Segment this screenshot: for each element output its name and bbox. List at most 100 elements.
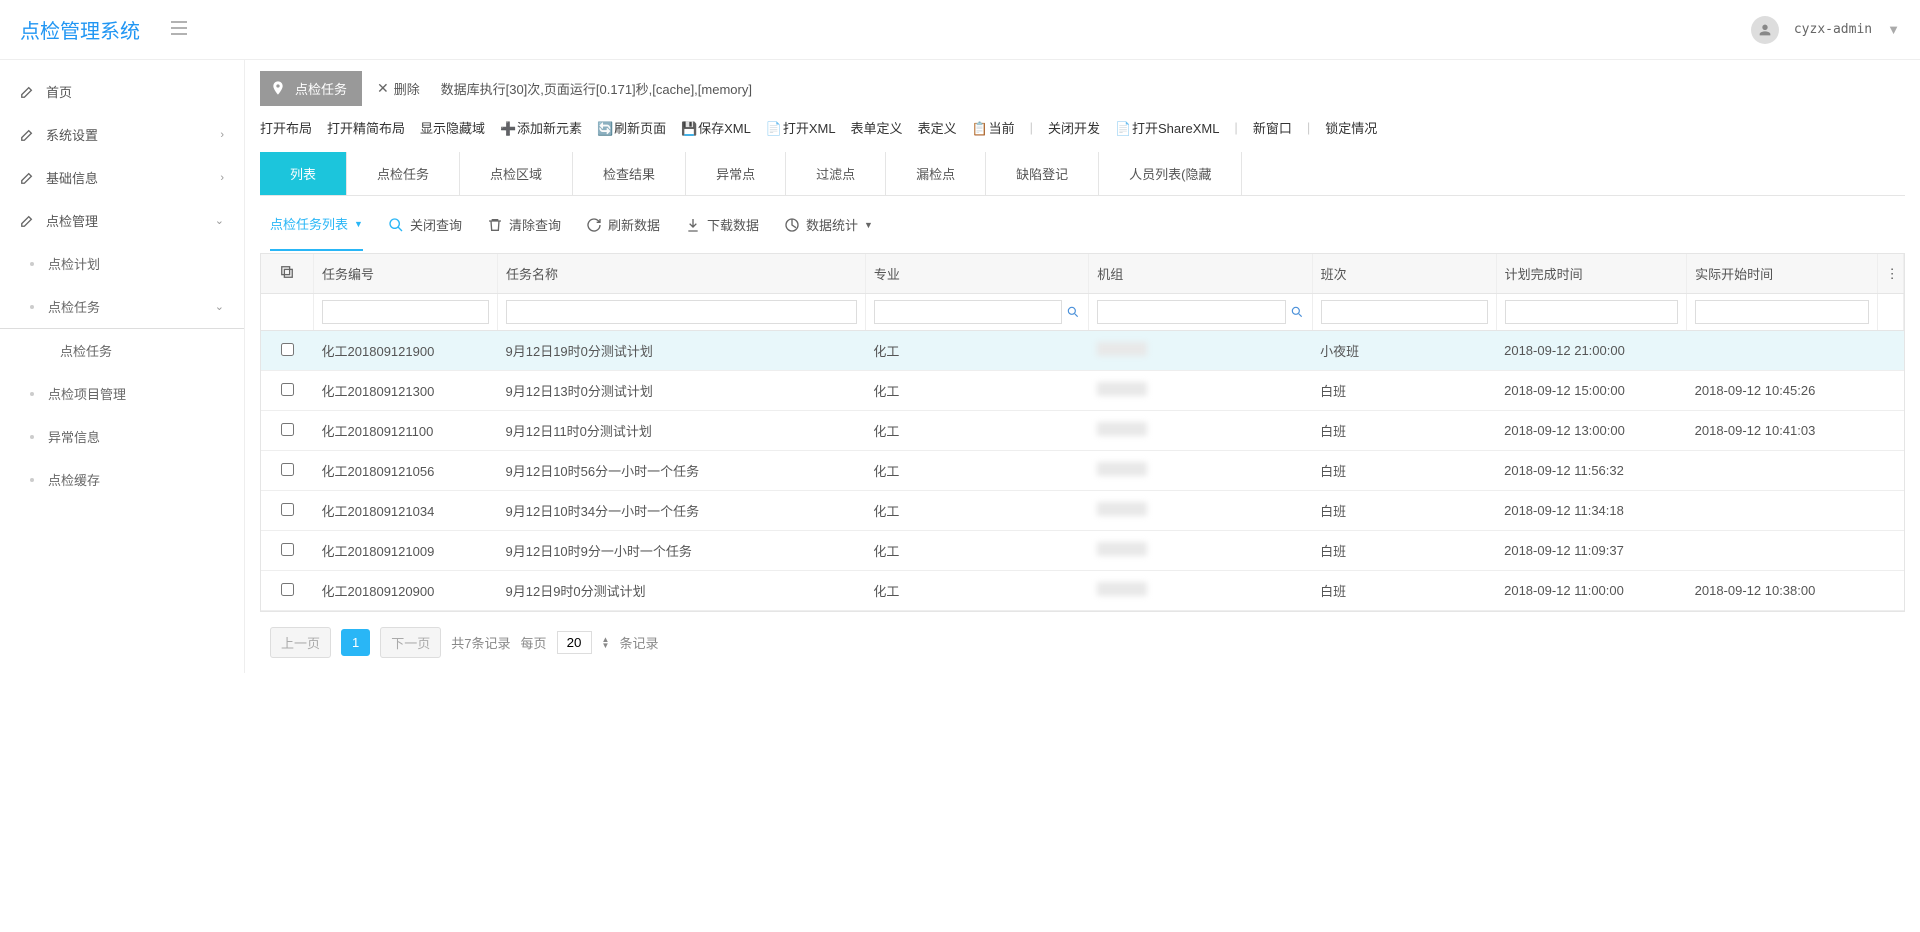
tab-defect-register[interactable]: 缺陷登记: [986, 152, 1099, 195]
action-data-stats[interactable]: 数据统计 ▼: [784, 215, 873, 234]
cell-unit: [1089, 371, 1312, 411]
row-checkbox[interactable]: [281, 503, 294, 516]
action-task-list[interactable]: 点检任务列表 ▼: [270, 214, 363, 251]
tab-check-result[interactable]: 检查结果: [573, 152, 686, 195]
table-row[interactable]: 化工201809121056 9月12日10时56分一小时一个任务 化工 白班 …: [261, 451, 1904, 491]
table-row[interactable]: 化工201809121034 9月12日10时34分一小时一个任务 化工 白班 …: [261, 491, 1904, 531]
tab-filter-point[interactable]: 过滤点: [786, 152, 886, 195]
action-clear-query[interactable]: 清除查询: [487, 215, 561, 234]
th-task-name[interactable]: 任务名称: [498, 254, 866, 294]
menu-toggle-button[interactable]: [170, 19, 188, 40]
cell-actual-start: [1687, 331, 1878, 371]
cell-unit: [1089, 331, 1312, 371]
table-row[interactable]: 化工201809121100 9月12日11时0分测试计划 化工 白班 2018…: [261, 411, 1904, 451]
nav-sub-project-mgmt[interactable]: 点检项目管理: [0, 372, 244, 415]
tab-inspection-area[interactable]: 点检区域: [460, 152, 573, 195]
row-checkbox[interactable]: [281, 343, 294, 356]
tab-list[interactable]: 列表: [260, 152, 347, 195]
edit-icon: [20, 214, 34, 228]
filter-specialty[interactable]: [874, 300, 1062, 324]
dev-refresh-page[interactable]: 🔄刷新页面: [597, 118, 666, 137]
action-download-data[interactable]: 下载数据: [685, 215, 759, 234]
edit-icon: [20, 85, 34, 99]
refresh-icon: 🔄: [597, 121, 611, 135]
page-1-button[interactable]: 1: [341, 629, 370, 656]
row-checkbox[interactable]: [281, 583, 294, 596]
dev-new-window[interactable]: 新窗口: [1253, 118, 1292, 137]
trash-icon: [487, 217, 503, 233]
filter-task-name[interactable]: [506, 300, 857, 324]
user-dropdown-arrow[interactable]: ▼: [1887, 22, 1900, 37]
filter-plan-end[interactable]: [1505, 300, 1679, 324]
th-task-no[interactable]: 任务编号: [314, 254, 498, 294]
nav-baseinfo[interactable]: 基础信息 ›: [0, 156, 244, 199]
th-specialty[interactable]: 专业: [865, 254, 1088, 294]
page-next-button[interactable]: 下一页: [380, 627, 441, 658]
tab-person-list[interactable]: 人员列表(隐藏: [1099, 152, 1242, 195]
tab-miss-point[interactable]: 漏检点: [886, 152, 986, 195]
cell-unit: [1089, 491, 1312, 531]
dev-open-xml[interactable]: 📄打开XML: [766, 118, 836, 137]
th-unit[interactable]: 机组: [1089, 254, 1312, 294]
edit-icon: [20, 128, 34, 142]
row-checkbox[interactable]: [281, 543, 294, 556]
th-shift[interactable]: 班次: [1312, 254, 1496, 294]
filter-shift[interactable]: [1321, 300, 1488, 324]
dev-open-simple-layout[interactable]: 打开精简布局: [327, 118, 405, 137]
nav-sub-cache[interactable]: 点检缓存: [0, 458, 244, 501]
search-icon[interactable]: [1290, 305, 1304, 319]
row-checkbox[interactable]: [281, 383, 294, 396]
tab-exception-point[interactable]: 异常点: [686, 152, 786, 195]
tab-inspection-task[interactable]: 点检任务: [347, 152, 460, 195]
task-table: 任务编号 任务名称 专业 机组 班次 计划完成时间 实际开始时间 ⋮: [261, 254, 1904, 611]
table-row[interactable]: 化工201809121009 9月12日10时9分一小时一个任务 化工 白班 2…: [261, 531, 1904, 571]
close-icon[interactable]: ✕: [377, 80, 389, 97]
nav-sub-tasks[interactable]: 点检任务 ⌄: [0, 285, 244, 329]
dev-save-xml[interactable]: 💾保存XML: [681, 118, 751, 137]
dev-lock-status[interactable]: 锁定情况: [1325, 118, 1377, 137]
dev-current[interactable]: 📋当前: [972, 118, 1015, 137]
chevron-right-icon: ›: [220, 129, 224, 141]
dev-form-define[interactable]: 表单定义: [851, 118, 903, 137]
filter-unit[interactable]: [1097, 300, 1285, 324]
th-more[interactable]: ⋮: [1877, 254, 1903, 294]
dev-open-layout[interactable]: 打开布局: [260, 118, 312, 137]
copy-icon: [280, 265, 294, 279]
nav-inspection-mgmt[interactable]: 点检管理 ⌄: [0, 199, 244, 242]
user-avatar[interactable]: [1751, 16, 1779, 44]
nav-sub-exception[interactable]: 异常信息: [0, 415, 244, 458]
table-row[interactable]: 化工201809120900 9月12日9时0分测试计划 化工 白班 2018-…: [261, 571, 1904, 611]
row-checkbox[interactable]: [281, 463, 294, 476]
dev-add-element[interactable]: ➕添加新元素: [500, 118, 582, 137]
cell-specialty: 化工: [865, 531, 1088, 571]
filter-actual-start[interactable]: [1695, 300, 1869, 324]
nav-sub-sub-tasks[interactable]: 点检任务: [0, 329, 244, 372]
breadcrumb-delete[interactable]: 删除: [394, 79, 420, 98]
nav-sub-plan[interactable]: 点检计划: [0, 242, 244, 285]
nav-settings[interactable]: 系统设置 ›: [0, 113, 244, 156]
cell-task-name: 9月12日10时34分一小时一个任务: [498, 491, 866, 531]
dev-show-hidden[interactable]: 显示隐藏域: [420, 118, 485, 137]
action-close-query[interactable]: 关闭查询: [388, 215, 462, 234]
th-plan-end[interactable]: 计划完成时间: [1496, 254, 1687, 294]
search-icon[interactable]: [1066, 305, 1080, 319]
filter-task-no[interactable]: [322, 300, 489, 324]
dev-table-define[interactable]: 表定义: [918, 118, 957, 137]
per-page-label: 每页: [521, 633, 547, 652]
row-checkbox[interactable]: [281, 423, 294, 436]
page-size-spinner[interactable]: ▲▼: [602, 637, 610, 649]
nav-home[interactable]: 首页: [0, 70, 244, 113]
cell-shift: 白班: [1312, 491, 1496, 531]
dev-open-sharexml[interactable]: 📄打开ShareXML: [1115, 118, 1219, 137]
th-actual-start[interactable]: 实际开始时间: [1687, 254, 1878, 294]
dev-close-dev[interactable]: 关闭开发: [1048, 118, 1100, 137]
edit-icon: [20, 171, 34, 185]
th-checkbox[interactable]: [261, 254, 314, 294]
table-row[interactable]: 化工201809121900 9月12日19时0分测试计划 化工 小夜班 201…: [261, 331, 1904, 371]
cell-specialty: 化工: [865, 571, 1088, 611]
table-row[interactable]: 化工201809121300 9月12日13时0分测试计划 化工 白班 2018…: [261, 371, 1904, 411]
action-refresh-data[interactable]: 刷新数据: [586, 215, 660, 234]
page-size-input[interactable]: [557, 631, 592, 654]
page-prev-button[interactable]: 上一页: [270, 627, 331, 658]
cell-actual-start: [1687, 531, 1878, 571]
